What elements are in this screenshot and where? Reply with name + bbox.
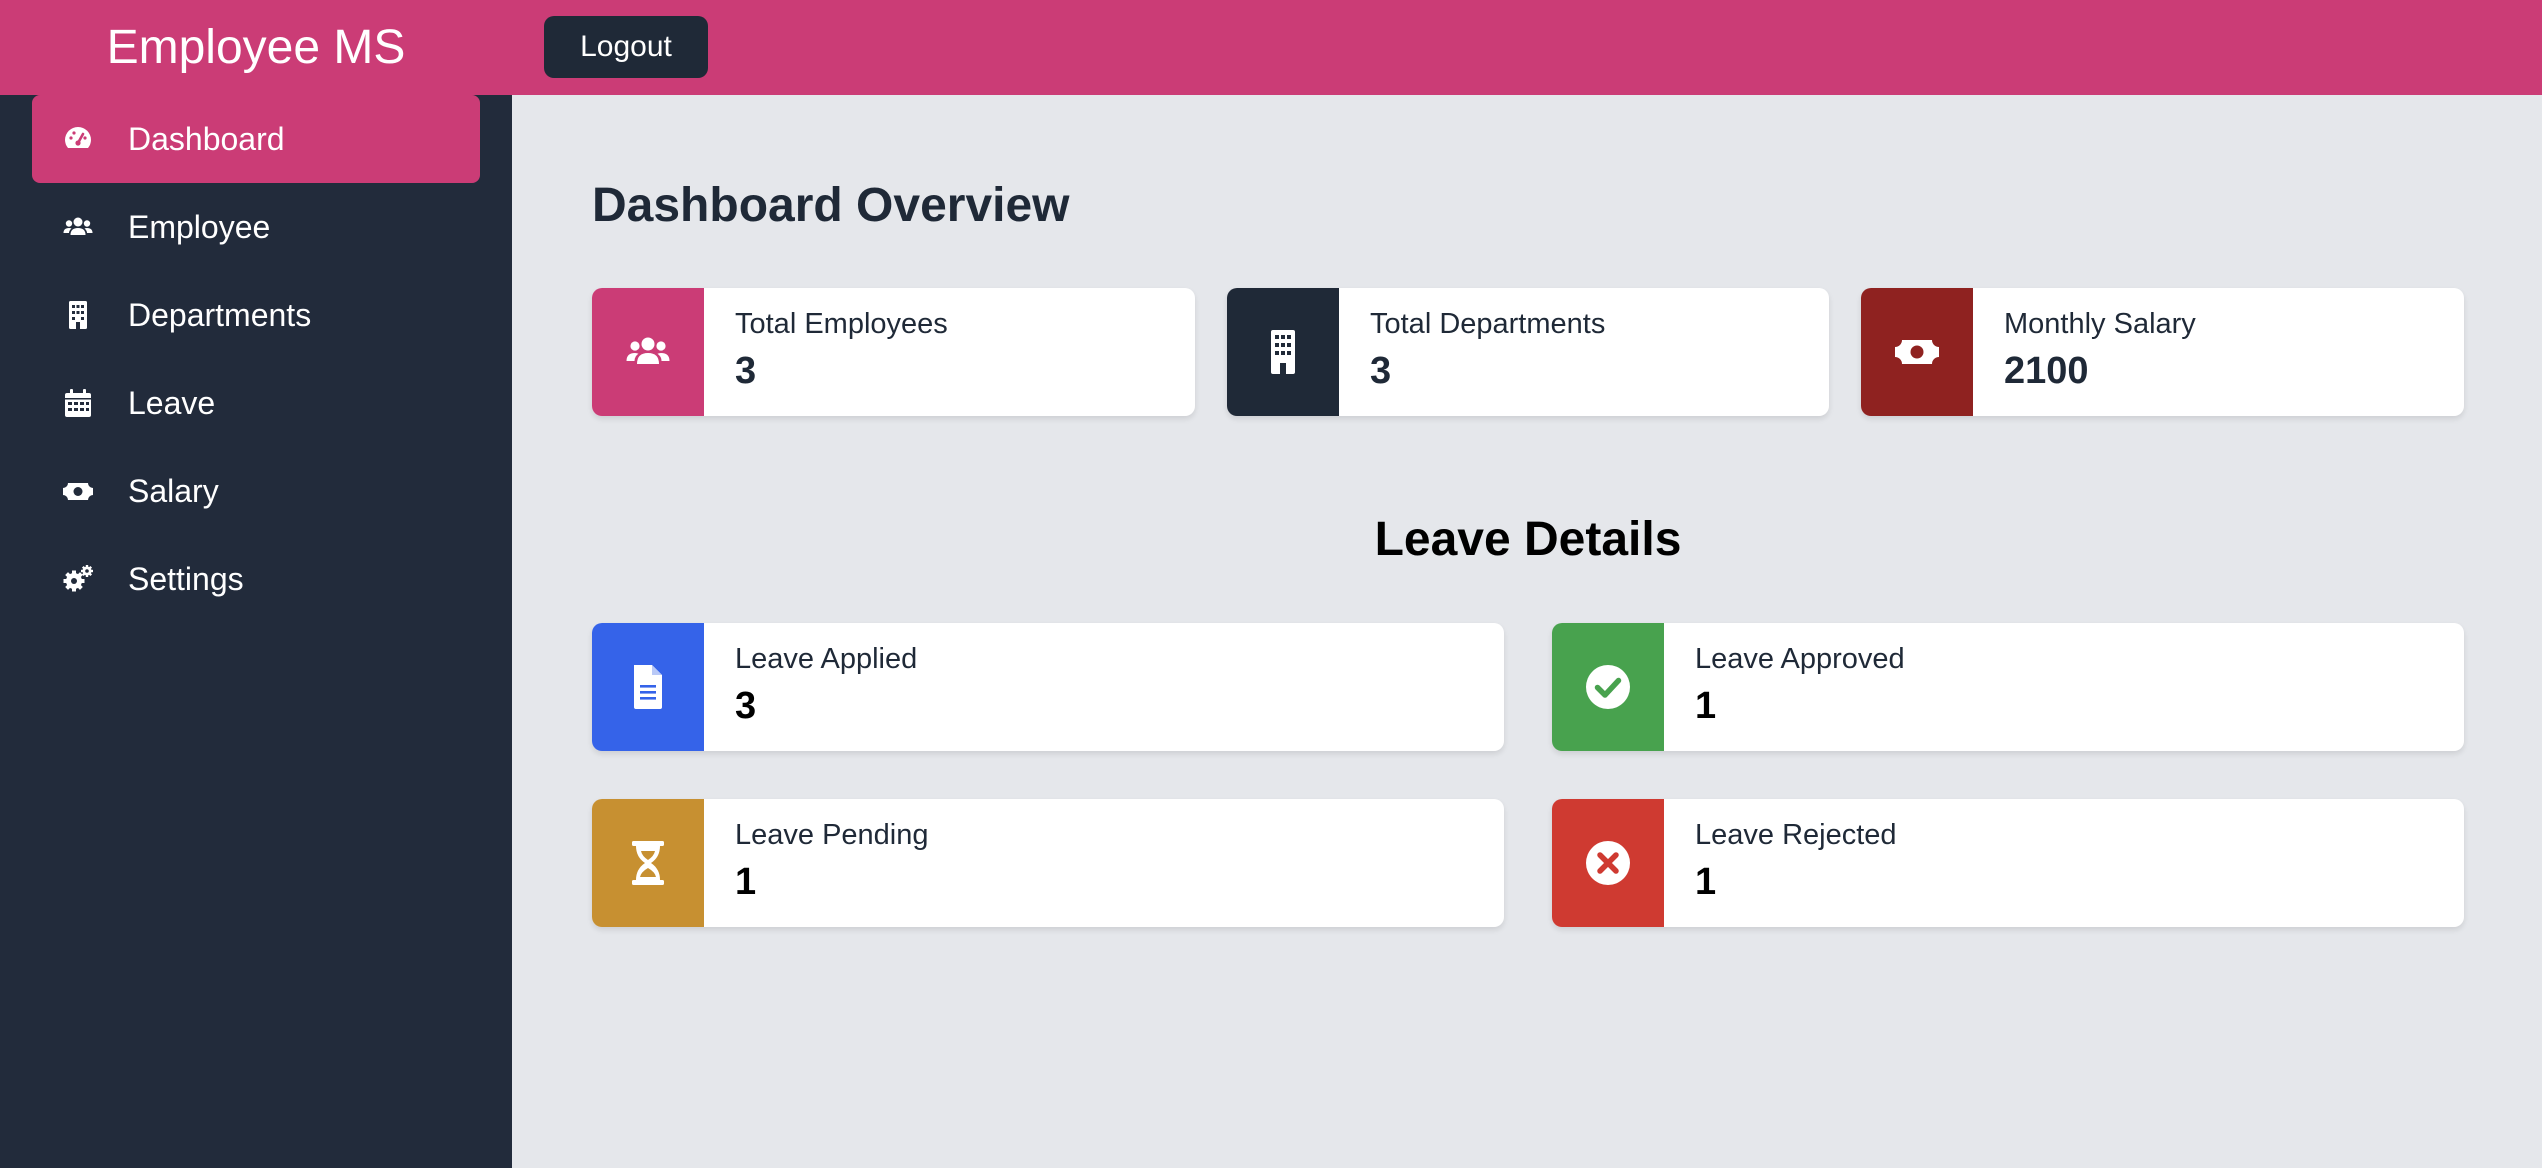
sidebar-item-employee[interactable]: Employee — [32, 183, 480, 271]
sidebar: Dashboard Employee Departments Leave Sal… — [0, 95, 512, 1168]
sidebar-item-label: Dashboard — [128, 121, 285, 157]
card-value: 1 — [1695, 861, 1717, 903]
check-circle-icon — [1552, 623, 1664, 751]
sidebar-item-departments[interactable]: Departments — [32, 271, 480, 359]
sidebar-item-settings[interactable]: Settings — [32, 535, 480, 623]
users-icon — [592, 288, 704, 416]
cogs-icon — [62, 563, 94, 595]
leave-applied-card: Leave Applied 3 — [592, 623, 1504, 751]
sidebar-item-label: Departments — [128, 297, 312, 333]
card-value: 3 — [735, 350, 757, 392]
building-icon — [62, 299, 94, 331]
card-value: 3 — [1370, 350, 1392, 392]
card-label: Leave Rejected — [1695, 819, 1897, 851]
sidebar-item-label: Settings — [128, 561, 244, 597]
sidebar-item-dashboard[interactable]: Dashboard — [32, 95, 480, 183]
sidebar-item-label: Leave — [128, 385, 216, 421]
total-departments-card: Total Departments 3 — [1227, 288, 1829, 416]
money-bill-icon — [62, 475, 94, 507]
card-label: Leave Approved — [1695, 643, 1905, 675]
users-icon — [62, 211, 94, 243]
monthly-salary-card: Monthly Salary 2100 — [1861, 288, 2464, 416]
card-value: 1 — [1695, 685, 1717, 727]
times-circle-icon — [1552, 799, 1664, 927]
dashboard-gauge-icon — [62, 123, 94, 155]
money-bill-icon — [1861, 288, 1973, 416]
leave-approved-card: Leave Approved 1 — [1552, 623, 2464, 751]
card-value: 2100 — [2004, 350, 2089, 392]
top-bar: Employee MS Logout — [0, 0, 2542, 95]
sidebar-item-label: Employee — [128, 209, 271, 245]
card-label: Leave Pending — [735, 819, 929, 851]
building-icon — [1227, 288, 1339, 416]
leave-pending-card: Leave Pending 1 — [592, 799, 1504, 927]
hourglass-icon — [592, 799, 704, 927]
logout-button[interactable]: Logout — [544, 16, 708, 78]
leave-rejected-card: Leave Rejected 1 — [1552, 799, 2464, 927]
card-value: 1 — [735, 861, 757, 903]
sidebar-item-label: Salary — [128, 473, 219, 509]
card-label: Leave Applied — [735, 643, 918, 675]
sidebar-item-leave[interactable]: Leave — [32, 359, 480, 447]
sidebar-item-salary[interactable]: Salary — [32, 447, 480, 535]
card-label: Total Employees — [735, 308, 948, 340]
section-title-leave-details: Leave Details — [1374, 513, 1682, 566]
page-title: Dashboard Overview — [592, 179, 1070, 232]
file-document-icon — [592, 623, 704, 751]
card-label: Total Departments — [1370, 308, 1606, 340]
card-value: 3 — [735, 685, 757, 727]
calendar-icon — [62, 387, 94, 419]
app-title: Employee MS — [106, 21, 406, 74]
card-label: Monthly Salary — [2004, 308, 2196, 340]
total-employees-card: Total Employees 3 — [592, 288, 1195, 416]
